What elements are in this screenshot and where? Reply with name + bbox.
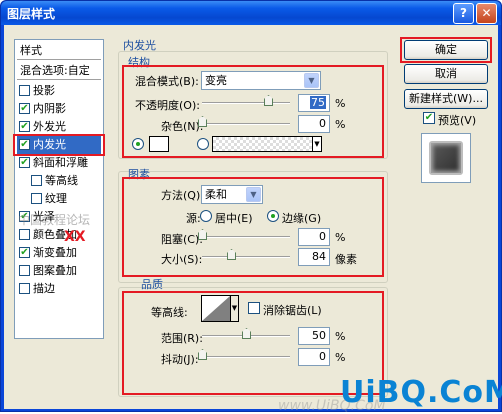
ok-button[interactable]: 确定	[404, 40, 488, 60]
inner-shadow-checkbox[interactable]: ✔	[19, 103, 30, 114]
size-unit: 像素	[335, 253, 357, 266]
range-input[interactable]: 50	[298, 327, 330, 345]
choke-label: 阻塞(C):	[161, 233, 203, 246]
choke-slider[interactable]	[202, 236, 290, 238]
glow-color-swatch[interactable]	[149, 136, 169, 152]
noise-slider[interactable]	[202, 123, 290, 125]
style-item-contour[interactable]: 等高线	[17, 172, 101, 190]
style-item-inner-shadow[interactable]: ✔ 内阴影	[17, 100, 101, 118]
style-item-label: 渐变叠加	[33, 246, 77, 259]
new-style-button[interactable]: 新建样式(W)...	[404, 89, 488, 109]
drop-shadow-checkbox[interactable]	[19, 85, 30, 96]
size-slider[interactable]	[202, 256, 290, 258]
jitter-unit: %	[335, 351, 346, 364]
style-item-drop-shadow[interactable]: 投影	[17, 82, 101, 100]
forum-watermark: 中国教程论坛	[18, 213, 91, 227]
blend-mode-select[interactable]: 变亮 ▼	[201, 71, 321, 90]
bevel-emboss-checkbox[interactable]: ✔	[19, 157, 30, 168]
style-item-pattern-overlay[interactable]: 图案叠加	[17, 262, 101, 280]
chevron-down-icon: ▼	[246, 187, 261, 202]
selected-item-highlight-box	[13, 134, 105, 156]
blend-mode-value: 变亮	[205, 74, 227, 87]
style-item-label: 等高线	[45, 174, 78, 187]
close-button[interactable]: ✕	[476, 3, 497, 24]
opacity-slider[interactable]	[202, 102, 290, 104]
layer-style-dialog: 图层样式 ? ✕ 样式 混合选项:自定 投影 ✔ 内阴影 ✔ 外发光 ✔ 内发光	[0, 0, 502, 414]
style-preview-thumbnail	[421, 133, 471, 183]
brand-watermark: UiBQ.CoM	[340, 375, 502, 410]
gradient-overlay-checkbox[interactable]: ✔	[19, 247, 30, 258]
contour-curve-icon	[202, 296, 230, 321]
technique-select[interactable]: 柔和 ▼	[201, 185, 263, 204]
outer-glow-checkbox[interactable]: ✔	[19, 121, 30, 132]
texture-checkbox[interactable]	[31, 193, 42, 204]
contour-dropdown[interactable]: ▼	[231, 295, 239, 322]
range-unit: %	[335, 330, 346, 343]
jitter-slider[interactable]	[202, 356, 290, 358]
color-radio[interactable]	[132, 138, 144, 150]
technique-value: 柔和	[205, 188, 227, 201]
size-label: 大小(S):	[161, 253, 203, 266]
anti-alias-checkbox[interactable]	[248, 302, 260, 314]
opacity-label: 不透明度(O):	[135, 99, 200, 112]
source-center-radio[interactable]	[200, 210, 212, 222]
noise-input[interactable]: 0	[298, 115, 330, 133]
style-item-stroke[interactable]: 描边	[17, 280, 101, 298]
chevron-down-icon: ▼	[312, 137, 321, 151]
style-item-label: 描边	[33, 282, 55, 295]
source-label: 源:	[186, 212, 201, 225]
choke-unit: %	[335, 231, 346, 244]
stroke-checkbox[interactable]	[19, 283, 30, 294]
style-item-gradient-overlay[interactable]: ✔ 渐变叠加	[17, 244, 101, 262]
help-button[interactable]: ?	[453, 3, 474, 24]
opacity-input[interactable]: 75	[298, 94, 330, 112]
contour-label: 等高线:	[151, 306, 188, 319]
source-edge-radio[interactable]	[267, 210, 279, 222]
preview-label: 预览(V)	[438, 114, 477, 127]
color-overlay-checkbox[interactable]	[19, 229, 30, 240]
style-item-label: 纹理	[45, 192, 67, 205]
style-item-bevel-emboss[interactable]: ✔ 斜面和浮雕	[17, 154, 101, 172]
opacity-unit: %	[335, 97, 346, 110]
style-item-label: 斜面和浮雕	[33, 156, 88, 169]
chevron-down-icon: ▼	[304, 73, 319, 88]
jitter-input[interactable]: 0	[298, 348, 330, 366]
source-edge-label: 边缘(G)	[282, 212, 322, 225]
technique-label: 方法(Q):	[161, 189, 204, 202]
cancel-button[interactable]: 取消	[404, 64, 488, 84]
blend-mode-label: 混合模式(B):	[135, 75, 199, 88]
noise-unit: %	[335, 118, 346, 131]
contour-picker[interactable]	[201, 295, 231, 322]
style-item-label: 内阴影	[33, 102, 66, 115]
preview-swatch	[429, 141, 463, 175]
glow-gradient-picker[interactable]: ▼	[212, 136, 322, 152]
anti-alias-label: 消除锯齿(L)	[263, 304, 322, 317]
style-item-color-overlay[interactable]: 颜色叠加	[17, 226, 101, 244]
style-item-label: 图案叠加	[33, 264, 77, 277]
chevron-down-icon: ▼	[231, 304, 238, 312]
style-list-header[interactable]: 样式	[17, 42, 101, 60]
style-item-texture[interactable]: 纹理	[17, 190, 101, 208]
noise-label: 杂色(N):	[161, 120, 204, 133]
range-label: 范围(R):	[161, 332, 203, 345]
opacity-value: 75	[310, 96, 326, 109]
dialog-client: 样式 混合选项:自定 投影 ✔ 内阴影 ✔ 外发光 ✔ 内发光 ✔ 斜面和浮雕	[4, 25, 502, 414]
blend-options-item[interactable]: 混合选项:自定	[17, 62, 101, 80]
jitter-label: 抖动(J):	[161, 353, 199, 366]
dialog-title: 图层样式	[7, 7, 56, 21]
quality-title: 品质	[141, 278, 163, 291]
style-list: 样式 混合选项:自定 投影 ✔ 内阴影 ✔ 外发光 ✔ 内发光 ✔ 斜面和浮雕	[13, 39, 105, 339]
contour-checkbox[interactable]	[31, 175, 42, 186]
style-item-label: 投影	[33, 84, 55, 97]
xx-watermark: XX	[64, 229, 86, 245]
pattern-overlay-checkbox[interactable]	[19, 265, 30, 276]
preview-checkbox[interactable]: ✔	[423, 112, 435, 124]
title-bar[interactable]: 图层样式 ? ✕	[1, 1, 501, 25]
gradient-radio[interactable]	[197, 138, 209, 150]
source-center-label: 居中(E)	[215, 212, 253, 225]
size-input[interactable]: 84	[298, 248, 330, 266]
choke-input[interactable]: 0	[298, 228, 330, 246]
